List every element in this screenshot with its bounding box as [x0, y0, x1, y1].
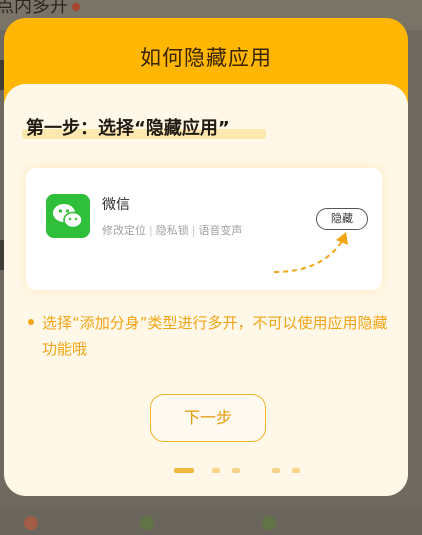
tag-voice-changer: 语音变声 [198, 224, 243, 237]
page-dot-2 [212, 468, 220, 473]
hide-app-button[interactable]: 隐藏 [316, 208, 368, 230]
wechat-icon [46, 194, 90, 238]
dialog-title: 如何隐藏应用 [140, 46, 272, 70]
tag-location: 修改定位 [102, 224, 146, 237]
step-title: 第一步：选择“隐藏应用” [26, 118, 230, 139]
page-dot-5 [292, 468, 300, 473]
hint-note: 选择“添加分身”类型进行多开，不可以使用应用隐藏功能哦 [28, 310, 388, 362]
bullet-dot [28, 319, 34, 325]
next-step-button[interactable]: 下一步 [150, 394, 266, 442]
background-bubble [262, 516, 276, 530]
background-app-text: 点内多开 [0, 0, 80, 18]
background-bubble [140, 516, 154, 530]
hint-text: 选择“添加分身”类型进行多开，不可以使用应用隐藏功能哦 [42, 314, 388, 358]
page-dot-1 [174, 468, 194, 473]
page-dot-4 [272, 468, 280, 473]
tag-privacy-lock: 隐私锁 [155, 224, 189, 237]
app-card: 微信 修改定位 | 隐私锁 | 语音变声 隐藏 [26, 168, 382, 290]
hide-app-guide-dialog: 如何隐藏应用 第一步：选择“隐藏应用” 微信 修改定位 | 隐私锁 | 语音变声 隐藏 [4, 18, 408, 496]
dialog-body: 第一步：选择“隐藏应用” 微信 修改定位 | 隐私锁 | 语音变声 隐藏 选择“… [4, 84, 408, 496]
app-feature-tags: 修改定位 | 隐私锁 | 语音变声 [102, 224, 243, 237]
app-name: 微信 [102, 197, 130, 213]
background-app-bottom [0, 508, 422, 535]
page-dot-3 [232, 468, 240, 473]
dashed-curved-arrow-icon [273, 232, 348, 273]
background-bubble [24, 516, 38, 530]
